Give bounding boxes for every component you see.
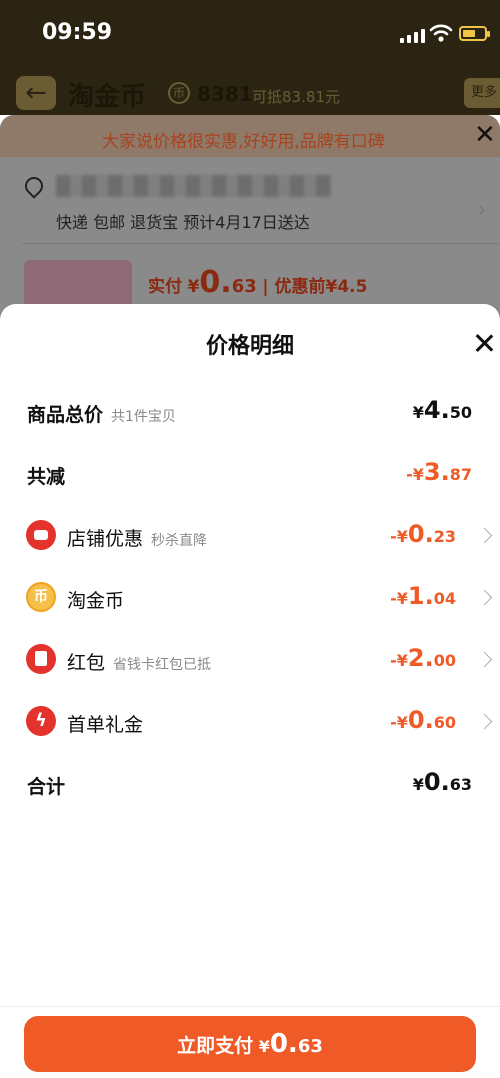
- paid-label: 实付: [148, 277, 182, 297]
- coin-deduct: 可抵83.81元: [252, 88, 340, 106]
- price-row-taojinbi[interactable]: 币 淘金币 -¥1.04: [0, 578, 500, 618]
- row-amount: -¥0.23: [390, 520, 456, 548]
- signal-icon: [400, 27, 425, 43]
- row-amount: -¥3.87: [406, 458, 472, 486]
- price-row-store-discount[interactable]: 店铺优惠 秒杀直降 -¥0.23: [0, 516, 500, 556]
- address-blurred[interactable]: [56, 175, 332, 197]
- row-amount: -¥0.60: [390, 706, 456, 734]
- back-button[interactable]: ←: [16, 76, 56, 110]
- price-detail-modal: 价格明细 商品总价 共1件宝贝 ¥4.50 共减 -¥3.87 店铺优惠 秒杀直降 …: [0, 304, 500, 1078]
- coin-count: 8381: [197, 82, 253, 106]
- row-label: 商品总价 共1件宝贝: [27, 404, 176, 426]
- paid-symbol: ¥: [187, 277, 200, 297]
- lightning-icon: ϟ: [26, 706, 56, 736]
- price-row-first-order[interactable]: ϟ 首单礼金 -¥0.60: [0, 702, 500, 742]
- status-time: 09:59: [42, 20, 113, 45]
- delivery-info: 快递 包邮 退货宝 预计4月17日送达: [56, 213, 310, 232]
- row-amount: ¥4.50: [412, 396, 472, 424]
- divider: [22, 243, 500, 244]
- row-sub: 共1件宝贝: [111, 409, 176, 425]
- chevron-right-icon[interactable]: ›: [478, 197, 486, 221]
- row-label: 共减: [27, 466, 66, 488]
- price-row-discount: 共减 -¥3.87: [0, 454, 500, 494]
- status-bar: 09:59: [0, 0, 500, 70]
- price-row-total: 商品总价 共1件宝贝 ¥4.50: [0, 392, 500, 432]
- coin-icon: 币: [26, 582, 56, 612]
- divider: [0, 1006, 500, 1007]
- chevron-right-icon[interactable]: [476, 713, 493, 730]
- store-icon: [26, 520, 56, 550]
- row-amount: -¥1.04: [390, 582, 456, 610]
- battery-icon: [459, 26, 490, 41]
- row-sub: 省钱卡红包已抵: [113, 657, 212, 673]
- location-pin-icon: [21, 173, 47, 199]
- review-banner-text: 大家说价格很实惠,好好用,品牌有口碑: [102, 132, 385, 152]
- row-label: 首单礼金: [67, 714, 144, 736]
- close-icon[interactable]: [470, 330, 498, 358]
- red-packet-icon: [26, 644, 56, 674]
- row-amount: ¥0.63: [412, 768, 472, 796]
- row-label: 合计: [27, 776, 66, 798]
- row-sub: 秒杀直降: [151, 533, 208, 549]
- chevron-right-icon[interactable]: [476, 651, 493, 668]
- page-title: 淘金币: [68, 82, 147, 112]
- review-banner: 大家说价格很实惠,好好用,品牌有口碑 ✕: [0, 115, 500, 157]
- price-row-sum: 合计 ¥0.63: [0, 764, 500, 804]
- before-discount: 优惠前¥4.5: [274, 277, 368, 297]
- coin-icon: 币: [168, 82, 190, 104]
- row-amount: -¥2.00: [390, 644, 456, 672]
- pay-now-button[interactable]: 立即支付 ¥0.63: [24, 1016, 476, 1072]
- chevron-right-icon[interactable]: [476, 527, 493, 544]
- row-label: 红包 省钱卡红包已抵: [67, 652, 212, 674]
- price-row-red-packet[interactable]: 红包 省钱卡红包已抵 -¥2.00: [0, 640, 500, 680]
- page-header: ← 淘金币 币 8381 可抵83.81元 更多: [0, 70, 500, 118]
- banner-close-icon[interactable]: ✕: [474, 120, 496, 150]
- row-label: 淘金币: [67, 590, 125, 612]
- row-label: 店铺优惠 秒杀直降: [67, 528, 208, 550]
- chevron-right-icon[interactable]: [476, 589, 493, 606]
- wifi-icon: [429, 24, 453, 42]
- more-button[interactable]: 更多: [464, 78, 500, 108]
- paid-dec: 63: [231, 276, 257, 297]
- paid-summary: 实付 ¥0.63 | 优惠前¥4.5: [148, 265, 368, 300]
- paid-int: 0.: [199, 265, 232, 300]
- modal-title: 价格明细: [205, 334, 294, 359]
- order-sheet-background: 大家说价格很实惠,好好用,品牌有口碑 ✕ 快递 包邮 退货宝 预计4月17日送达…: [0, 115, 500, 335]
